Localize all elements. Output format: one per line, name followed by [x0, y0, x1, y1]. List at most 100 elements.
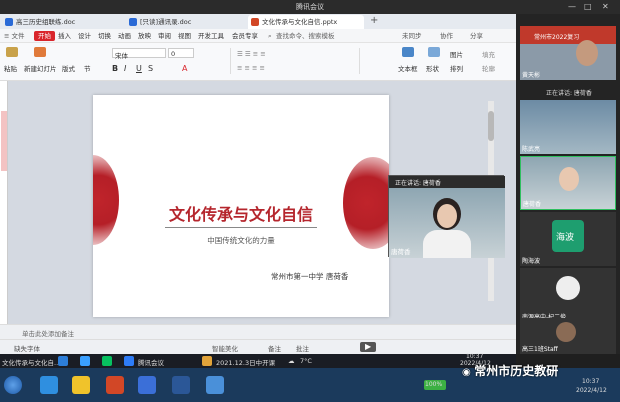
missing-font-label[interactable]: 缺失字体 — [14, 343, 40, 353]
wechat-icon[interactable] — [102, 356, 112, 366]
underline-icon[interactable]: U — [136, 64, 142, 73]
start-button-icon[interactable] — [4, 376, 22, 394]
outline-label[interactable]: 轮廓 — [482, 63, 495, 73]
textbox-label: 文本框 — [398, 65, 418, 73]
participant-card[interactable]: 南源高中-杞二俊 — [520, 268, 616, 322]
tab-doc-1[interactable]: 高三历史组联练.doc — [2, 15, 122, 29]
document-tabbar: 高三历史组联练.doc [只读]通讯录.doc 文化传承与文化自信.pptx + — [0, 14, 516, 29]
align-icon[interactable]: ≡ ≡ ≡ ≡ — [237, 64, 265, 72]
taskbar-item-meeting[interactable]: 腾讯会议 — [138, 357, 164, 367]
menu-transition[interactable]: 切换 — [98, 29, 111, 43]
slide-subtitle: 中国传统文化的力量 — [207, 236, 275, 245]
search-icon[interactable]: ⌕ — [268, 29, 272, 43]
minimize-icon[interactable]: — — [568, 0, 576, 14]
menu-design[interactable]: 设计 — [78, 29, 91, 43]
list-icon[interactable]: ☰ ☰ ≡ ≡ — [237, 50, 266, 58]
current-slide[interactable]: 文化传承与文化自信 中国传统文化的力量 常州市第一中学 唐荷香 — [93, 95, 389, 317]
weather-temp: 7°C — [300, 357, 312, 365]
font-size-select[interactable]: 0 — [168, 48, 194, 58]
taskbar-item-ppt[interactable]: 文化传承与文化自... — [2, 357, 60, 367]
avatar: 海波 — [552, 220, 584, 252]
command-search[interactable]: 查找命令、搜索模板 — [276, 29, 335, 43]
share-button[interactable]: 分享 — [470, 29, 483, 43]
textbox-icon[interactable] — [402, 47, 414, 57]
wechat-logo-icon: ◉ — [462, 367, 475, 378]
play-icon[interactable]: ▶ — [360, 342, 376, 352]
participant-card[interactable]: 常州市2022复习 黄天彬 — [520, 26, 616, 80]
arrange-label[interactable]: 排列 — [450, 63, 463, 73]
paste-icon[interactable] — [6, 47, 18, 57]
participant-face — [576, 40, 598, 66]
new-slide-icon[interactable] — [34, 47, 46, 57]
battery-indicator: 100% — [424, 380, 446, 390]
participant-card[interactable]: 海波 陶海波 — [520, 212, 616, 266]
notes-placeholder: 单击此处添加备注 — [22, 330, 74, 338]
comments-toggle[interactable]: 批注 — [296, 343, 309, 353]
word-doc-icon — [5, 18, 13, 26]
speaker-video-overlay[interactable]: 正在讲话: 唐荷香 唐荷香 — [388, 175, 505, 258]
bold-icon[interactable]: B — [112, 64, 118, 73]
window-title: 腾讯会议 — [296, 3, 324, 11]
taskbar-item-folder[interactable]: 2021.12.3日中开课 — [216, 357, 275, 367]
window-title-bar: 腾讯会议 — □ ✕ — [0, 0, 620, 14]
clock-time: 10:37 — [582, 378, 600, 385]
menu-view[interactable]: 视图 — [178, 29, 191, 43]
overlay-header: 正在讲话: 唐荷香 — [389, 176, 505, 188]
italic-icon[interactable]: I — [124, 64, 126, 73]
tab-pptx[interactable]: 文化传承与文化自信.pptx — [248, 15, 364, 29]
speaker-body — [423, 230, 471, 258]
notes-toggle[interactable]: 备注 — [268, 343, 281, 353]
strikethrough-icon[interactable]: S — [148, 64, 153, 73]
thumbnail-selected[interactable] — [1, 111, 7, 171]
participant-card-active[interactable]: 唐荷香 — [520, 156, 616, 210]
menu-bar: ≡ 文件 开始 插入 设计 切换 动画 放映 审阅 视图 开发工具 会员专享 ⌕… — [0, 29, 516, 43]
sidebar-speaking: 正在讲话: 唐荷香 — [546, 90, 592, 97]
hamburger-menu-icon[interactable]: ≡ 文件 — [4, 29, 25, 43]
participant-card[interactable]: 高三1班Staff — [520, 318, 616, 354]
menu-review[interactable]: 审阅 — [158, 29, 171, 43]
font-color-icon[interactable]: A — [182, 64, 187, 73]
layout-label[interactable]: 版式 — [62, 63, 75, 73]
pptx-icon — [251, 18, 259, 26]
speaker-face — [437, 204, 457, 228]
maximize-icon[interactable]: □ — [584, 0, 592, 14]
participant-card[interactable]: 陈武亮 — [520, 100, 616, 154]
powerpoint-icon[interactable] — [106, 376, 124, 394]
menu-start[interactable]: 开始 — [34, 31, 55, 41]
ie-icon[interactable] — [40, 376, 58, 394]
edge-icon[interactable] — [58, 356, 68, 366]
qq-icon[interactable] — [80, 356, 90, 366]
collab-button[interactable]: 协作 — [440, 29, 453, 43]
shared-screen: 高三历史组联练.doc [只读]通讯录.doc 文化传承与文化自信.pptx +… — [0, 14, 516, 354]
new-tab-icon[interactable]: + — [370, 15, 378, 26]
sync-status[interactable]: 未同步 — [402, 29, 422, 43]
tab-doc-2[interactable]: [只读]通讯录.doc — [126, 15, 244, 29]
menu-insert[interactable]: 插入 — [58, 29, 71, 43]
word-doc-icon — [129, 18, 137, 26]
folder-icon[interactable] — [202, 356, 212, 366]
menu-animation[interactable]: 动画 — [118, 29, 131, 43]
meeting-app-icon[interactable] — [138, 376, 156, 394]
picture-label[interactable]: 图片 — [450, 49, 463, 59]
section-label[interactable]: 节 — [84, 63, 91, 73]
menu-vip[interactable]: 会员专享 — [232, 29, 258, 43]
shape-label: 形状 — [426, 65, 439, 73]
scrollbar-thumb[interactable] — [488, 111, 494, 141]
avatar — [556, 276, 580, 300]
thumbnail-pane[interactable] — [0, 81, 8, 339]
shared-taskbar: 文化传承与文化自... 腾讯会议 2021.12.3日中开课 ☁ 7°C 10:… — [0, 353, 516, 368]
notes-pane[interactable]: 单击此处添加备注 — [0, 324, 516, 339]
inner-clock-time: 10:37 — [466, 353, 484, 360]
ink-blossom-left — [93, 155, 119, 245]
word-icon[interactable] — [172, 376, 190, 394]
app-icon[interactable] — [206, 376, 224, 394]
menu-devtools[interactable]: 开发工具 — [198, 29, 224, 43]
close-icon[interactable]: ✕ — [602, 0, 609, 14]
smart-beautify[interactable]: 智能美化 — [212, 343, 238, 353]
menu-slideshow[interactable]: 放映 — [138, 29, 151, 43]
shape-icon[interactable] — [428, 47, 440, 57]
qq-penguin-icon[interactable] — [72, 376, 90, 394]
font-family-select[interactable]: 宋体 — [112, 48, 166, 60]
tencent-meeting-icon[interactable] — [124, 356, 134, 366]
fill-label[interactable]: 填充 — [482, 49, 495, 59]
